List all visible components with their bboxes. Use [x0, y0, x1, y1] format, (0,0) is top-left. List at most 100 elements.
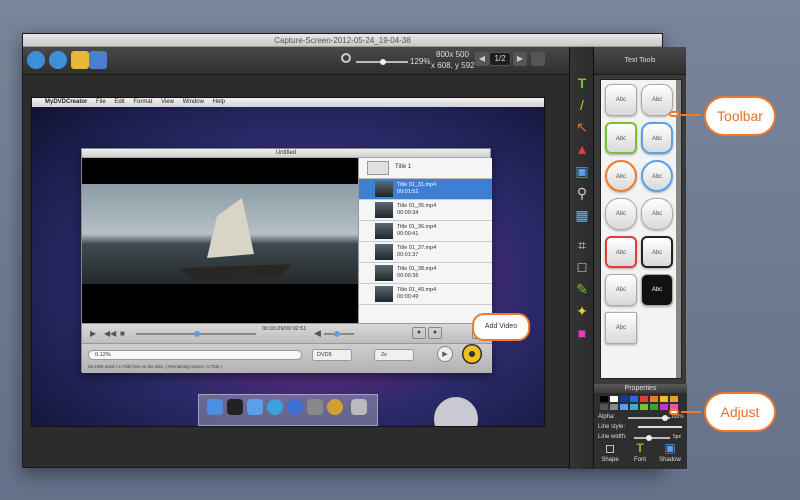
seek-slider[interactable] [136, 331, 256, 337]
title-thumbnail-icon [367, 161, 389, 175]
grid-view-icon[interactable] [531, 52, 545, 66]
play-icon[interactable]: ▶ [90, 329, 96, 338]
prev-page-button[interactable]: ◀ [475, 52, 489, 66]
zoom-search-icon[interactable] [341, 53, 351, 63]
callout-tile-blue[interactable]: Abc [641, 122, 673, 154]
color-icon[interactable]: ■ [574, 325, 590, 341]
shape-icon[interactable]: ◻ [602, 441, 618, 455]
zoom-value: 129% [410, 57, 431, 66]
line-width-value: 5px [673, 434, 682, 440]
callout-tile-box[interactable]: Abc [641, 236, 673, 268]
preferences-icon[interactable] [307, 399, 323, 415]
stop-icon[interactable]: ■ [120, 329, 125, 338]
callout-tile-dark[interactable]: Abc [641, 274, 673, 306]
callout-tile-curved[interactable]: Abc [605, 274, 637, 306]
line-style-select[interactable] [638, 426, 682, 428]
callout-tile-plain[interactable]: Abc [605, 84, 637, 116]
prev-icon[interactable]: ◀◀ [104, 329, 116, 338]
video-frame [82, 184, 358, 284]
image-icon[interactable]: ▣ [574, 163, 590, 179]
window-title: Capture-Screen-2012-05-24_19-04-38 [274, 36, 411, 45]
window-titlebar: Capture-Screen-2012-05-24_19-04-38 [23, 34, 662, 47]
magnifier-icon[interactable]: ⚲ [574, 185, 590, 201]
volume-icon[interactable]: ◀ [314, 328, 321, 339]
list-item[interactable]: Title 01_38.mp4 00:00:36 [359, 263, 492, 284]
rectangle-icon[interactable]: □ [574, 259, 590, 275]
list-item[interactable]: Title 01_35.mp4 00:00:34 [359, 200, 492, 221]
alpha-slider[interactable] [628, 415, 670, 421]
open-folder-icon[interactable] [71, 51, 89, 69]
safari-icon[interactable] [267, 399, 283, 415]
callout-grid: Abc Abc Abc Abc Abc Abc Abc Abc Abc Abc … [600, 79, 682, 379]
save-icon[interactable] [89, 51, 107, 69]
menu-view: View [161, 99, 174, 105]
alpha-label: Alpha: [598, 414, 616, 420]
line-width-slider[interactable] [634, 435, 670, 441]
speed-select[interactable]: 2x [374, 349, 414, 361]
dvd-icon[interactable] [327, 399, 343, 415]
top-toolbar: 129% 800x 500 x 608, y 592 ◀ 1/2 ▶ [23, 47, 574, 75]
title-playlist: Title 1 Title 01_31.mp4 00:01:51 Title 01… [358, 158, 492, 323]
list-item[interactable]: Title 01_36.mp4 00:00:41 [359, 221, 492, 242]
properties-panel: Properties Alpha: 100% Line style: Line … [594, 384, 687, 469]
video-preview [82, 158, 358, 323]
photo-icon[interactable]: ▦ [574, 207, 590, 223]
dashboard-icon[interactable] [227, 399, 243, 415]
playback-controls: ▶ ◀◀ ■ 00:00:29/00:02:51 ◀ ● ● [82, 323, 492, 343]
arrow-icon[interactable]: ↖ [574, 119, 590, 135]
finder-icon[interactable] [207, 399, 223, 415]
callout-tile-thought[interactable]: Abc [641, 198, 673, 230]
callout-tile-arrow[interactable]: Abc [605, 236, 637, 268]
format-value: DVD5 [317, 352, 332, 358]
callout-tile-note[interactable]: Abc [605, 312, 637, 344]
text-tool-icon[interactable]: T [574, 75, 590, 91]
trash-icon[interactable] [351, 399, 367, 415]
next-page-button[interactable]: ▶ [513, 52, 527, 66]
zoom-slider[interactable] [356, 59, 408, 65]
mail-icon[interactable] [247, 399, 263, 415]
undo-icon[interactable] [27, 51, 45, 69]
playlist-header: Title 1 [359, 158, 492, 179]
list-item[interactable]: Title 01_37.mp4 00:01:37 [359, 242, 492, 263]
shadow-icon[interactable]: ▣ [662, 441, 678, 455]
remove-button[interactable]: ● [428, 327, 442, 339]
add-button[interactable]: ● [412, 327, 426, 339]
itunes-icon[interactable] [287, 399, 303, 415]
adjust-connector [681, 411, 701, 413]
disc-progress-bar: 0.12% [88, 350, 302, 360]
panel-scrollbar[interactable] [676, 80, 681, 378]
list-item[interactable]: Title 01_31.mp4 00:01:51 [359, 179, 492, 200]
callout-tile-speech[interactable]: Abc [641, 84, 673, 116]
properties-title: Properties [594, 384, 687, 393]
boat-hull [180, 264, 292, 280]
volume-slider[interactable] [324, 331, 354, 337]
pencil-icon[interactable]: / [574, 97, 590, 113]
page-indicator: 1/2 [489, 52, 511, 66]
play-preview-button[interactable]: ▶ [437, 346, 453, 362]
disc-info: 68.1MB used / 4.7GB free on the disc. ( … [88, 364, 222, 369]
callout-tile-bubble[interactable]: Abc [641, 160, 673, 192]
callout-tile-cloud[interactable]: Abc [605, 198, 637, 230]
screenshot-canvas[interactable]: MyDVDCreator File Edit Format View Windo… [31, 97, 545, 427]
dock [198, 394, 378, 426]
callout-tile-green[interactable]: Abc [605, 122, 637, 154]
burn-icon[interactable] [462, 344, 482, 364]
add-video-callout[interactable]: Add Video [472, 313, 530, 341]
font-icon[interactable]: T [632, 441, 648, 455]
list-item[interactable]: Title 01_40.mp4 00:00:49 [359, 284, 492, 305]
shapes-icon[interactable]: ▲ [574, 141, 590, 157]
line-width-label: Line width: [598, 434, 627, 440]
menu-app: MyDVDCreator [45, 99, 88, 105]
crop-icon[interactable]: ⌗ [574, 237, 590, 253]
format-select[interactable]: DVD5 [312, 349, 352, 361]
toolbar-connector [681, 114, 701, 116]
playlist-title: Title 1 [395, 164, 412, 170]
callout-tile-orange[interactable]: Abc [605, 160, 637, 192]
adjust-pointer [669, 409, 679, 415]
brush-icon[interactable]: ✎ [574, 281, 590, 297]
shape-label: Shape [601, 457, 619, 463]
magic-wand-icon[interactable]: ✦ [574, 303, 590, 319]
dvd-window-title: Untitled [82, 149, 490, 158]
redo-icon[interactable] [49, 51, 67, 69]
panel-title: Text Tools [594, 47, 686, 75]
